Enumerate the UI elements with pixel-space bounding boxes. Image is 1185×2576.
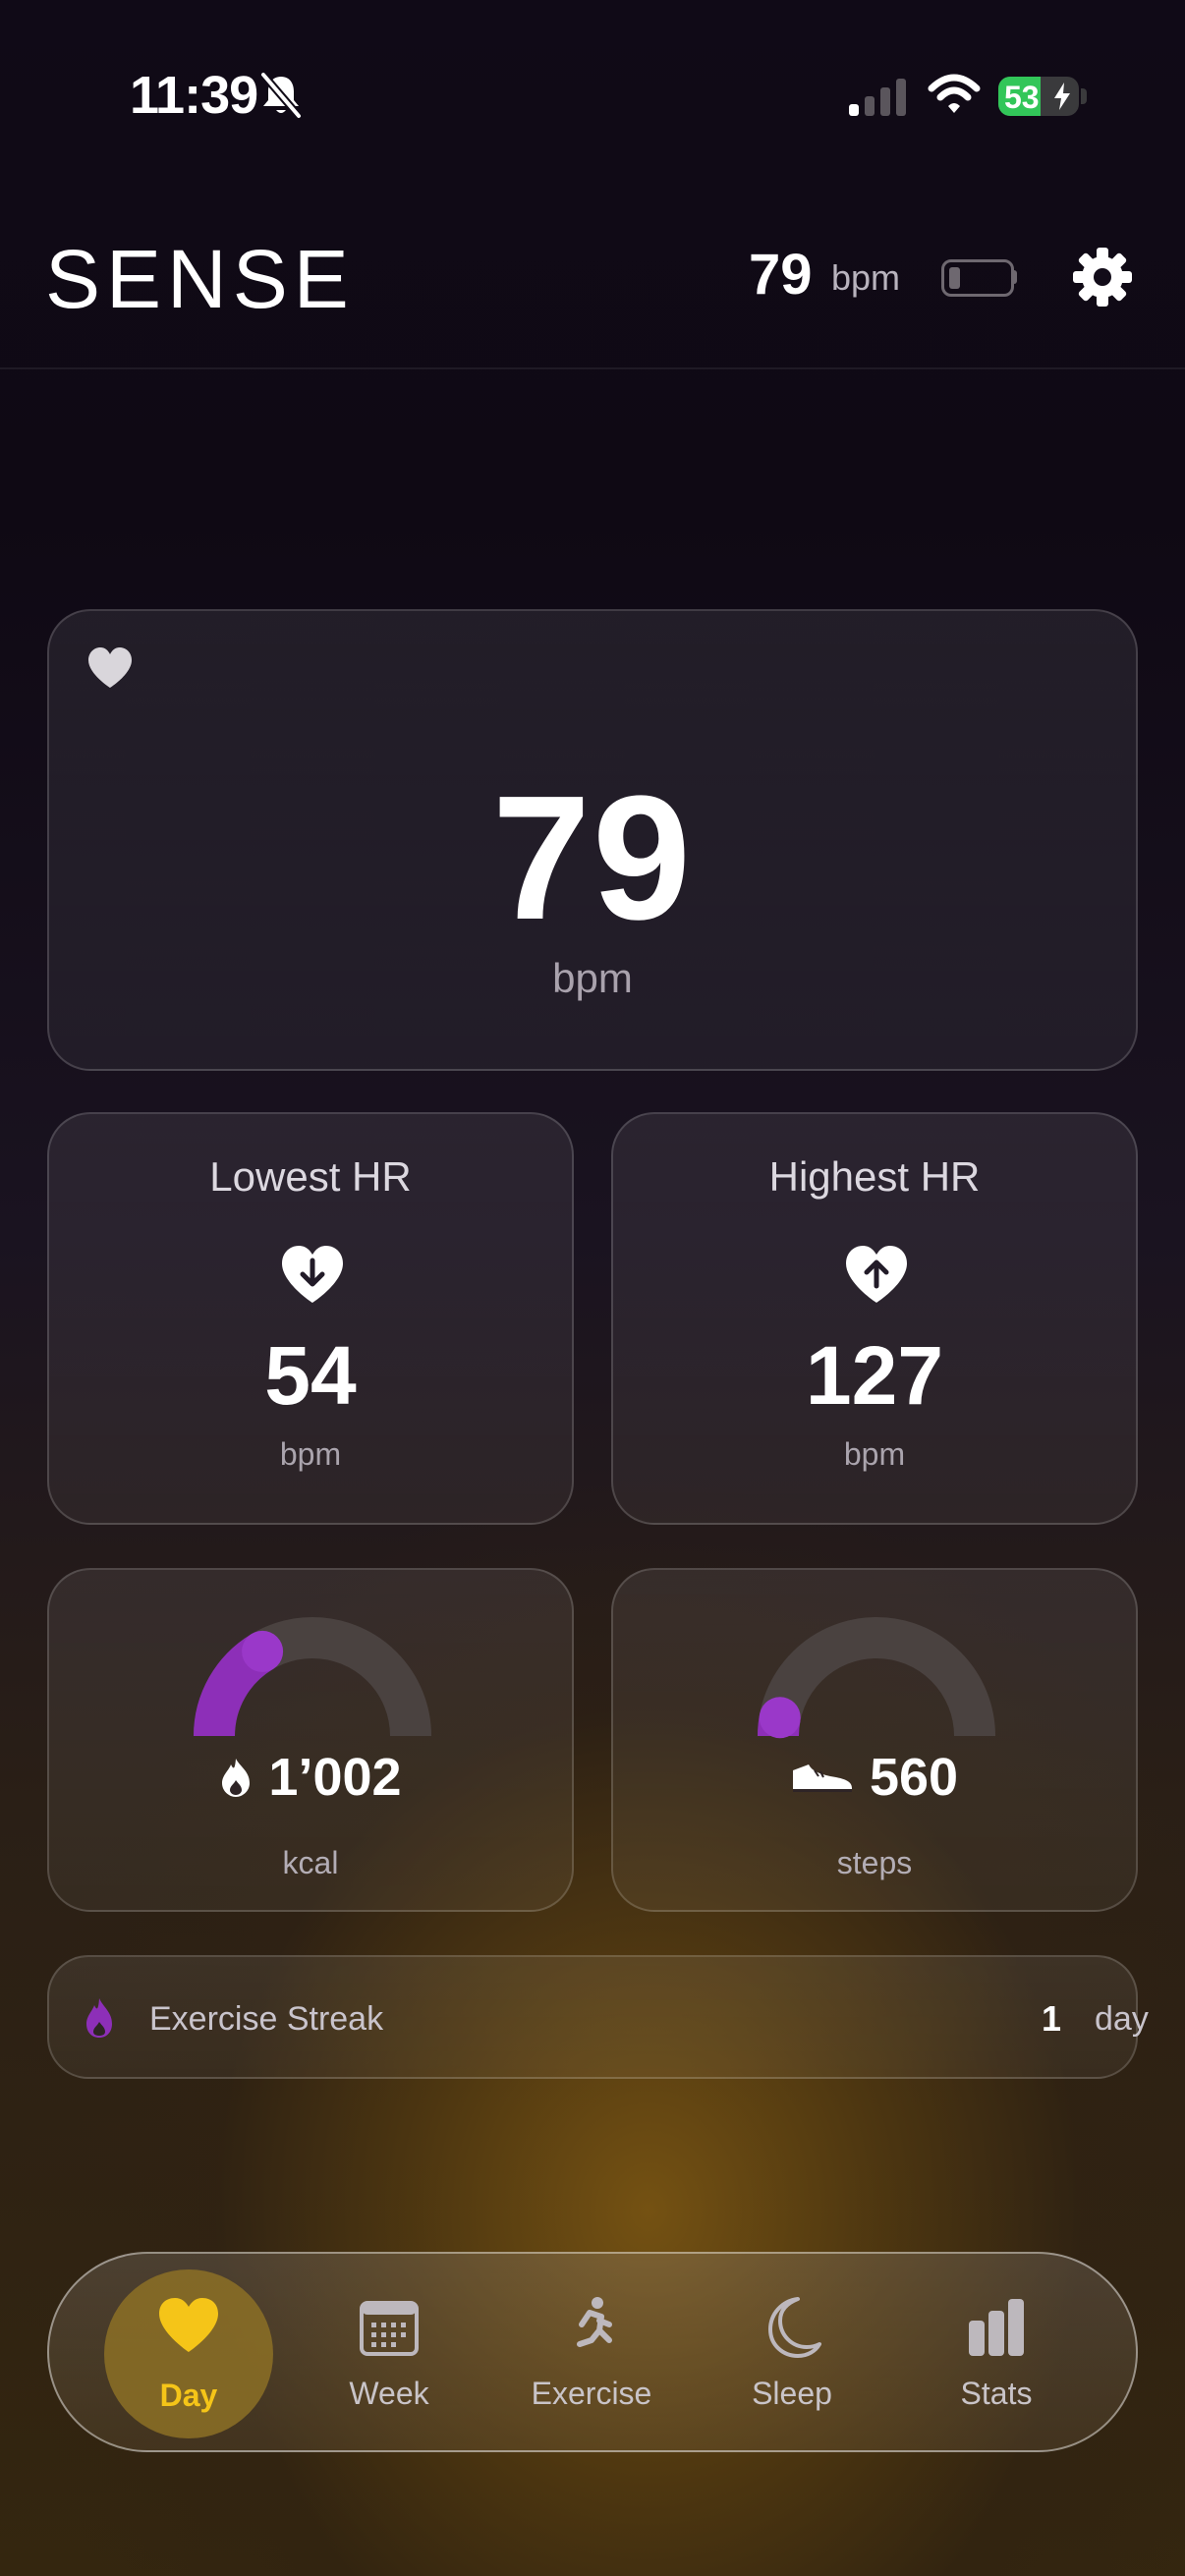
calories-gauge: [194, 1617, 431, 1737]
device-battery-level: [949, 267, 961, 289]
calories-row: 1’002: [49, 1747, 572, 1808]
highest-hr-unit: bpm: [843, 1436, 906, 1472]
bar-chart-icon: [969, 2299, 1024, 2356]
cellular-signal-icon: [849, 79, 906, 116]
exercise-streak-label: Exercise Streak: [149, 2000, 384, 2038]
tab-stats[interactable]: Stats: [908, 2254, 1085, 2450]
calories-unit: kcal: [282, 1845, 339, 1880]
tab-sleep-label: Sleep: [752, 2376, 832, 2411]
steps-value: 560: [869, 1748, 959, 1807]
heart-arrow-down-icon: [282, 1246, 343, 1303]
exercise-streak-bar[interactable]: Exercise Streak 1 day: [47, 1955, 1149, 2079]
gear-icon[interactable]: [1071, 246, 1134, 308]
current-heart-rate-unit: bpm: [552, 955, 633, 1001]
lowest-hr-card[interactable]: Lowest HR 54 bpm: [47, 1112, 574, 1525]
battery-nub: [1081, 88, 1087, 104]
highest-hr-card[interactable]: Highest HR 127 bpm: [611, 1112, 1138, 1525]
tab-day-label: Day: [159, 2378, 218, 2413]
calories-value: 1’002: [268, 1748, 402, 1807]
bell-muted-icon: [259, 72, 303, 119]
tab-sleep[interactable]: Sleep: [704, 2254, 880, 2450]
calories-card[interactable]: 1’002 kcal: [47, 1568, 574, 1912]
flame-icon: [86, 1998, 112, 2038]
tab-exercise[interactable]: Exercise: [503, 2254, 680, 2450]
current-heart-rate-value: 79: [491, 759, 694, 957]
app-header: SENSE 79 bpm: [0, 167, 1185, 369]
tab-bar: Day Week Exercise Sleep Stats: [47, 2252, 1138, 2452]
steps-row: 560: [613, 1747, 1136, 1808]
steps-card[interactable]: 560 steps: [611, 1568, 1138, 1912]
shoe-icon: [792, 1764, 852, 1792]
moon-icon: [768, 2297, 821, 2358]
tab-day[interactable]: Day: [100, 2254, 277, 2450]
heart-icon: [159, 2298, 218, 2352]
device-battery-nub: [1012, 270, 1017, 284]
exercise-streak-count: 1: [1042, 1998, 1062, 2039]
battery-indicator: 53: [998, 77, 1079, 116]
steps-gauge-cap: [759, 1697, 801, 1739]
wifi-icon: [928, 74, 981, 113]
running-figure-icon: [577, 2297, 612, 2347]
calories-gauge-cap: [242, 1630, 284, 1672]
highest-hr-value: 127: [805, 1329, 944, 1422]
current-heart-rate-card[interactable]: 79 bpm: [47, 609, 1138, 1071]
steps-gauge: [758, 1617, 995, 1739]
clock-time: 11:39: [130, 66, 258, 125]
steps-unit: steps: [836, 1845, 913, 1880]
tab-stats-label: Stats: [960, 2376, 1033, 2411]
header-heart-rate-unit: bpm: [831, 257, 901, 298]
flame-icon: [222, 1759, 251, 1797]
heart-icon: [88, 647, 132, 688]
app-title: SENSE: [45, 233, 355, 325]
tab-exercise-label: Exercise: [531, 2376, 652, 2411]
heart-arrow-up-icon: [846, 1246, 907, 1303]
lowest-hr-title: Lowest HR: [209, 1153, 412, 1200]
battery-percent: 53: [1004, 80, 1040, 115]
tab-week[interactable]: Week: [301, 2254, 478, 2450]
battery-low-icon: [941, 259, 1014, 297]
header-heart-rate: 79: [749, 243, 813, 307]
lowest-hr-value: 54: [264, 1329, 357, 1422]
exercise-streak-unit: day: [1095, 2000, 1149, 2038]
lowest-hr-unit: bpm: [279, 1436, 342, 1472]
tab-week-label: Week: [349, 2376, 429, 2411]
highest-hr-title: Highest HR: [768, 1153, 981, 1200]
status-bar: 11:39 53: [0, 0, 1185, 167]
charging-bolt-icon: [1054, 83, 1070, 110]
calendar-icon: [360, 2301, 419, 2356]
